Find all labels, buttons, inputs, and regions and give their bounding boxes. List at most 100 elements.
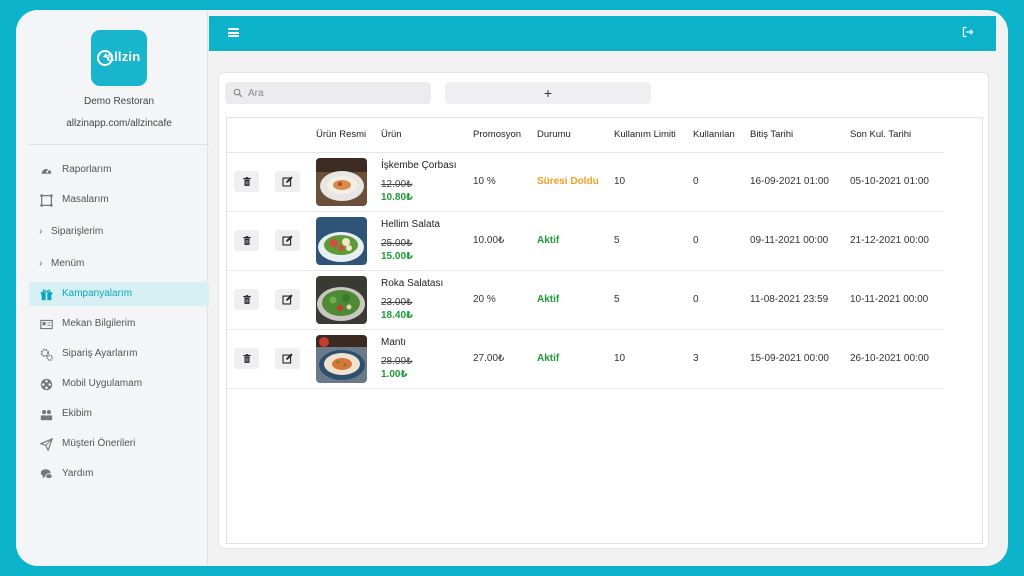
add-campaign-button[interactable]: + [445,82,651,104]
sidebar-item-label: Siparişlerim [51,226,104,237]
promotion-cell: 10 % [473,152,537,212]
promotion-cell: 10.00₺ [473,211,537,271]
edit-cell [275,152,316,212]
old-price: 28.00₺ [381,356,413,367]
sidebar-item-help[interactable]: Yardım [29,462,209,486]
chat-icon [39,467,53,481]
paper-plane-icon [39,437,53,451]
column-header-status[interactable]: Durumu [537,118,614,153]
last-use-date-cell: 26-10-2021 00:00 [850,329,944,389]
usage-limit-cell: 5 [614,270,693,330]
product-cell: Roka Salatası 23.00₺ 18.40₺ [381,270,473,330]
column-header-product-image[interactable]: Ürün Resmi [316,118,381,153]
table-row: Hellim Salata 25.00₺ 15.00₺ 10.00₺ Aktif 5 0 09… [227,211,944,271]
table-row: Roka Salatası 23.00₺ 18.40₺ 20 % Aktif 5 0 11-0… [227,270,944,330]
edit-cell [275,211,316,271]
product-image-cell [316,329,381,389]
campaigns-table: Ürün Resmi Ürün Promosyon Durumu Kullanı… [227,118,944,389]
sidebar-item-label: Masalarım [62,194,109,205]
gauge-icon [39,163,53,177]
sidebar-item-mobile-app[interactable]: Mobil Uygulamam [29,372,209,396]
users-icon [39,407,53,421]
edit-icon [282,235,293,246]
sidebar-item-order-settings[interactable]: Sipariş Ayarlarım [29,342,209,366]
new-price: 15.00₺ [381,251,413,262]
delete-button[interactable] [234,171,259,192]
column-header-usage-limit[interactable]: Kullanım Limiti [614,118,693,153]
used-cell: 0 [693,211,750,271]
sidebar-divider [29,144,209,145]
last-use-date-cell: 10-11-2021 00:00 [850,270,944,330]
new-price: 18.40₺ [381,310,413,321]
promotion-cell: 20 % [473,270,537,330]
sidebar-item-team[interactable]: Ekibim [29,402,209,426]
campaigns-table-container: Ürün Resmi Ürün Promosyon Durumu Kullanı… [226,117,983,544]
end-date-cell: 16-09-2021 01:00 [750,152,850,212]
edit-button[interactable] [275,289,300,310]
old-price: 23.00₺ [381,297,413,308]
sidebar-item-customer-suggestions[interactable]: Müşteri Önerileri [29,432,209,456]
brand-logo[interactable]: allzin [91,30,147,86]
sidebar-item-label: Raporlarım [62,164,112,175]
hamburger-menu-icon[interactable] [228,28,239,37]
product-name: Hellim Salata [381,219,440,230]
delete-cell [227,329,275,389]
logout-icon[interactable] [962,26,974,38]
sidebar-item-tables[interactable]: Masalarım [29,188,209,212]
edit-button[interactable] [275,171,300,192]
product-thumbnail[interactable] [316,157,367,206]
delete-button[interactable] [234,289,259,310]
gears-icon [39,347,53,361]
sidebar-item-label: Sipariş Ayarlarım [62,348,138,359]
sidebar-item-label: Yardım [62,468,94,479]
trash-icon [242,353,252,364]
sidebar-item-orders[interactable]: › Siparişlerim [29,218,209,246]
product-thumbnail[interactable] [316,334,367,383]
sidebar-item-label: Mekan Bilgilerim [62,318,136,329]
sidebar-nav: Raporlarım Masalarım › Siparişlerim › Me… [29,158,209,492]
sidebar-item-menu[interactable]: › Menüm [29,250,209,278]
column-header-last-use-date[interactable]: Son Kul. Tarihi [850,118,944,153]
column-header-delete [227,118,275,153]
status-badge: Aktif [537,294,560,305]
id-card-icon [39,317,53,331]
sidebar-item-reports[interactable]: Raporlarım [29,158,209,182]
delete-button[interactable] [234,348,259,369]
edit-cell [275,270,316,330]
end-date-cell: 11-08-2021 23:59 [750,270,850,330]
product-name: Mantı [381,337,407,348]
product-thumbnail[interactable] [316,275,367,324]
delete-button[interactable] [234,230,259,251]
old-price: 12.00₺ [381,179,413,190]
sidebar-item-label: Müşteri Önerileri [62,438,136,449]
product-image-cell [316,270,381,330]
sidebar-item-campaigns[interactable]: Kampanyalarım [29,282,209,306]
column-header-product[interactable]: Ürün [381,118,473,153]
status-cell: Süresi Doldu [537,152,614,212]
column-header-used[interactable]: Kullanılan [693,118,750,153]
top-bar [209,16,996,51]
sidebar-item-venue-info[interactable]: Mekan Bilgilerim [29,312,209,336]
last-use-date-cell: 21-12-2021 00:00 [850,211,944,271]
edit-button[interactable] [275,230,300,251]
status-badge: Süresi Doldu [537,176,599,187]
end-date-cell: 15-09-2021 00:00 [750,329,850,389]
usage-limit-cell: 5 [614,211,693,271]
sidebar-item-label: Mobil Uygulamam [62,378,143,389]
search-input[interactable]: Ara [225,82,431,104]
last-use-date-cell: 05-10-2021 01:00 [850,152,944,212]
used-cell: 0 [693,152,750,212]
used-cell: 3 [693,329,750,389]
product-cell: Mantı 28.00₺ 1.00₺ [381,329,473,389]
restaurant-url[interactable]: allzinapp.com/allzincafe [16,118,222,129]
edit-button[interactable] [275,348,300,369]
status-badge: Aktif [537,235,560,246]
product-thumbnail[interactable] [316,216,367,265]
column-header-promotion[interactable]: Promosyon [473,118,537,153]
status-cell: Aktif [537,270,614,330]
sidebar-item-label: Menüm [51,258,85,269]
edit-icon [282,176,293,187]
column-header-end-date[interactable]: Bitiş Tarihi [750,118,850,153]
chevron-right-icon: › [39,258,43,269]
status-cell: Aktif [537,211,614,271]
